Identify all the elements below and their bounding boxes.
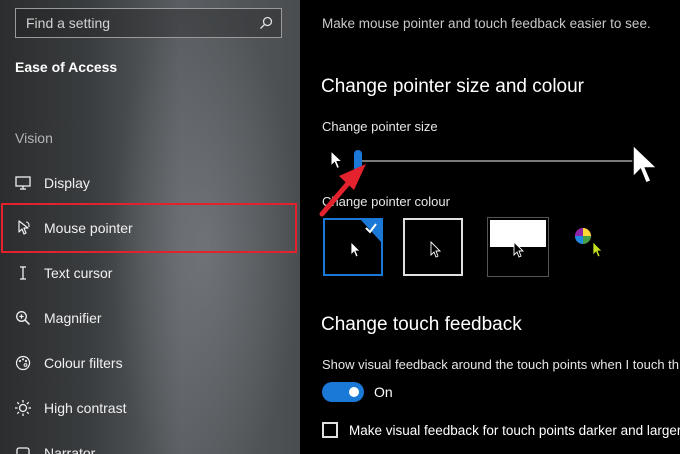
colour-filters-icon: [14, 354, 32, 372]
search-box[interactable]: [15, 8, 282, 38]
white-cursor-icon: [350, 241, 361, 258]
small-cursor-icon: [330, 150, 344, 170]
search-icon[interactable]: [259, 16, 273, 30]
mouse-pointer-icon: [14, 219, 32, 237]
touch-feedback-description: Show visual feedback around the touch po…: [322, 357, 680, 372]
inverted-cursor-icon: [513, 240, 525, 258]
custom-colour-cursor-icon: [592, 241, 603, 258]
pointer-size-label: Change pointer size: [322, 119, 438, 134]
sidebar-item-label: Mouse pointer: [44, 220, 133, 236]
sidebar-item-label: Colour filters: [44, 354, 123, 371]
toggle-state-label: On: [374, 384, 393, 400]
sidebar-item-label: Narrator: [44, 444, 96, 454]
high-contrast-icon: [14, 399, 32, 417]
touch-feedback-heading: Change touch feedback: [321, 314, 522, 335]
settings-sidebar: Ease of Access Vision Display Mouse poin…: [0, 0, 300, 454]
pointer-colour-black-option[interactable]: [403, 218, 463, 276]
search-input[interactable]: [26, 15, 259, 31]
sidebar-item-narrator[interactable]: Narrator: [0, 430, 300, 454]
sidebar-item-high-contrast[interactable]: High contrast: [0, 385, 300, 430]
slider-thumb[interactable]: [354, 150, 362, 172]
large-cursor-icon: [632, 144, 659, 184]
darker-feedback-checkbox[interactable]: [322, 422, 338, 438]
sidebar-item-label: Magnifier: [44, 309, 102, 326]
pointer-colour-white-option[interactable]: [323, 218, 383, 276]
pointer-heading: Change pointer size and colour: [321, 76, 585, 97]
section-title: Ease of Access: [15, 59, 118, 75]
black-cursor-icon: [430, 240, 442, 258]
pointer-size-slider[interactable]: [322, 140, 680, 190]
toggle-knob: [349, 387, 359, 397]
monitor-icon: [14, 174, 32, 192]
slider-track[interactable]: [360, 160, 635, 162]
narrator-icon: [14, 444, 32, 454]
pointer-colour-inverted-option[interactable]: [487, 217, 549, 277]
text-cursor-icon: [14, 264, 32, 282]
pointer-colour-label: Change pointer colour: [322, 194, 450, 209]
sidebar-item-label: High contrast: [44, 399, 127, 416]
group-label-vision: Vision: [15, 130, 53, 146]
sidebar-item-magnifier[interactable]: Magnifier: [0, 295, 300, 340]
touch-feedback-toggle[interactable]: [322, 382, 364, 402]
sidebar-item-text-cursor[interactable]: Text cursor: [0, 250, 300, 295]
sidebar-item-display[interactable]: Display: [0, 160, 300, 205]
sidebar-item-label: Text cursor: [44, 264, 113, 281]
page-intro: Make mouse pointer and touch feedback ea…: [322, 16, 651, 31]
sidebar-item-mouse-pointer[interactable]: Mouse pointer: [1, 203, 297, 253]
pointer-colour-custom-option[interactable]: [568, 218, 608, 276]
mouse-pointer-settings-page: Make mouse pointer and touch feedback ea…: [300, 0, 680, 454]
darker-feedback-label: Make visual feedback for touch points da…: [349, 423, 680, 438]
magnifier-icon: [14, 309, 32, 327]
sidebar-item-colour-filters[interactable]: Colour filters: [0, 340, 300, 385]
sidebar-item-label: Display: [44, 174, 90, 191]
